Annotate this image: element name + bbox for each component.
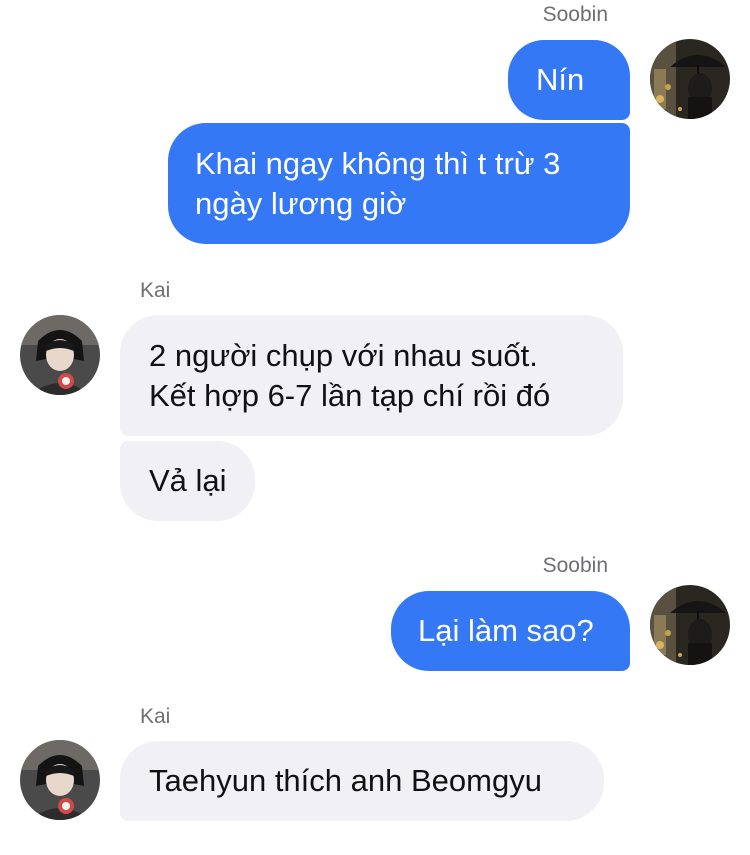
- message-text-line: ngày lương giờ: [195, 186, 407, 221]
- avatar-image: [20, 315, 100, 395]
- sender-name-kai: Kai: [140, 705, 171, 728]
- message-text-line: Khai ngay không thì t trừ 3: [195, 146, 561, 181]
- message-bubble-incoming[interactable]: Taehyun thích anh Beomgyu: [120, 741, 604, 821]
- message-bubble-outgoing[interactable]: Nín: [508, 40, 630, 120]
- soobin-umbrella-night-avatar[interactable]: [650, 39, 730, 119]
- avatar-image: [20, 740, 100, 820]
- message-text: Nín: [536, 62, 585, 97]
- sender-name-kai: Kai: [140, 279, 171, 302]
- message-bubble-outgoing[interactable]: Lại làm sao?: [391, 591, 630, 671]
- kai-portrait-avatar[interactable]: [20, 740, 100, 820]
- kai-portrait-avatar[interactable]: [20, 315, 100, 395]
- message-bubble-outgoing[interactable]: Khai ngay không thì t trừ 3 ngày lương g…: [168, 123, 630, 244]
- message-text: Lại làm sao?: [418, 613, 594, 648]
- sender-name-soobin: Soobin: [542, 3, 608, 26]
- message-text: Taehyun thích anh Beomgyu: [149, 763, 542, 798]
- avatar-image: [650, 39, 730, 119]
- message-text: Vả lại: [149, 463, 227, 498]
- sender-name-soobin: Soobin: [542, 554, 608, 577]
- soobin-umbrella-night-avatar[interactable]: [650, 585, 730, 665]
- message-bubble-incoming[interactable]: 2 người chụp với nhau suốt. Kết hợp 6-7 …: [120, 315, 623, 436]
- message-bubble-incoming[interactable]: Vả lại: [120, 441, 255, 521]
- avatar-image: [650, 585, 730, 665]
- chat-thread: Soobin Nín Khai ngay không thì t trừ 3 n…: [0, 0, 750, 855]
- message-text-line: 2 người chụp với nhau suốt.: [149, 338, 538, 373]
- message-text-line: Kết hợp 6-7 lần tạp chí rồi đó: [149, 378, 551, 413]
